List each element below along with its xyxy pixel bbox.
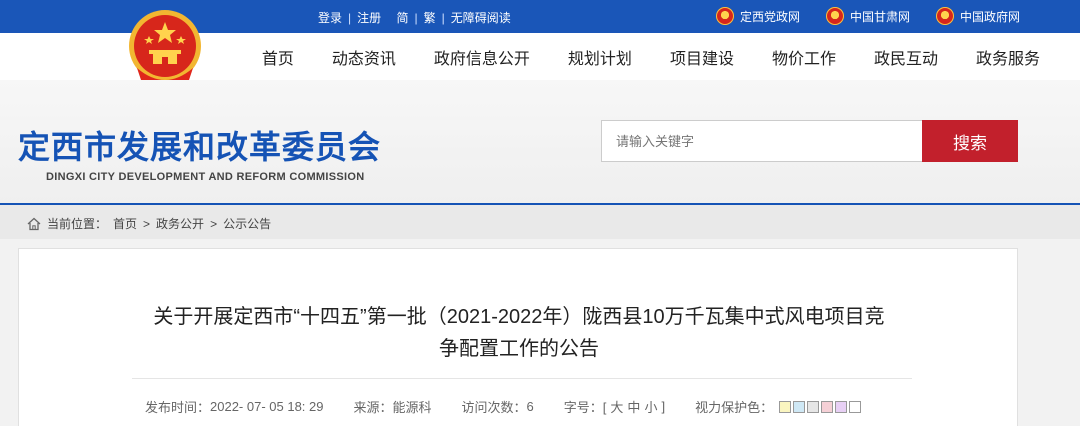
separator (387, 11, 390, 25)
nav-item-news[interactable]: 动态资讯 (332, 45, 396, 69)
external-link-gansu[interactable]: 中国甘肃网 (825, 7, 910, 25)
article-title-line: 争配置工作的公告 (439, 338, 599, 360)
eyecare-swatch-blue[interactable] (793, 400, 806, 413)
account-links: 登录 | 注册 简 | 繁 | 无障碍阅读 (318, 9, 511, 26)
fontsize-medium-button[interactable]: 中 (627, 397, 640, 416)
breadcrumb-prefix: 当前位置： (47, 217, 108, 231)
source-value: 能源科 (392, 400, 432, 415)
home-icon (27, 217, 41, 230)
fontsize-small-button[interactable]: 小 (644, 397, 657, 416)
nav-item-home[interactable]: 首页 (262, 45, 294, 69)
visits-label: 访问次数： (461, 400, 527, 415)
simplified-link[interactable]: 简 (397, 11, 409, 25)
traditional-link[interactable]: 繁 (424, 11, 436, 25)
fontsize-label: 字号：[ (563, 400, 607, 415)
breadcrumb-item-gov-affairs[interactable]: 政务公开 (156, 215, 204, 232)
nav-item-planning[interactable]: 规划计划 (568, 45, 632, 69)
eyecare-label: 视力保护色： (695, 400, 774, 415)
eyecare-swatch-pink[interactable] (821, 400, 834, 413)
fontsize-large-button[interactable]: 大 (610, 397, 623, 416)
eyecare-swatch-yellow[interactable] (779, 400, 792, 413)
separator: | (414, 11, 418, 25)
article-title: 关于开展定西市“十四五”第一批（2021-2022年）陇西县10万千瓦集中式风电… (79, 301, 959, 365)
external-link-label: 中国甘肃网 (849, 9, 910, 24)
external-link-dingxi[interactable]: 定西党政网 (715, 7, 800, 25)
emblem-icon (935, 7, 954, 25)
breadcrumb-item-notices[interactable]: 公示公告 (223, 215, 271, 232)
external-link-gov[interactable]: 中国政府网 (935, 7, 1020, 25)
article-meta: 发布时间： 2022- 07- 05 18: 29 来源： 能源科 访问次数： … (145, 397, 862, 416)
publish-time: 2022- 07- 05 18: 29 (210, 399, 324, 414)
source-label: 来源： (353, 400, 393, 415)
separator: | (348, 11, 352, 25)
register-link[interactable]: 注册 (357, 11, 381, 25)
breadcrumb-separator: > (210, 216, 218, 231)
breadcrumb-separator: > (143, 216, 151, 231)
breadcrumb: 当前位置： 首页 > 政务公开 > 公示公告 (0, 205, 1080, 239)
article-card: 关于开展定西市“十四五”第一批（2021-2022年）陇西县10万千瓦集中式风电… (18, 248, 1018, 426)
external-link-label: 中国政府网 (959, 9, 1020, 24)
external-links: 定西党政网 中国甘肃网 中国政府网 (715, 7, 1020, 25)
nav-item-gov-info[interactable]: 政府信息公开 (434, 45, 530, 69)
eyecare-swatch-purple[interactable] (835, 400, 848, 413)
site-title: 定西市发展和改革委员会 (18, 129, 382, 165)
main-nav: 首页 动态资讯 政府信息公开 规划计划 项目建设 物价工作 政民互动 政务服务 (262, 33, 1040, 80)
separator: | (441, 11, 445, 25)
nav-item-projects[interactable]: 项目建设 (670, 45, 734, 69)
search-input[interactable] (601, 120, 923, 162)
site-header: 定西市发展和改革委员会 DINGXI CITY DEVELOPMENT AND … (0, 80, 1080, 204)
emblem-icon (715, 7, 734, 25)
search-button[interactable]: 搜索 (922, 120, 1018, 162)
nav-item-interaction[interactable]: 政民互动 (874, 45, 938, 69)
fontsize-bracket: ] (661, 399, 666, 414)
meta-divider (132, 378, 912, 379)
external-link-label: 定西党政网 (739, 9, 800, 24)
site-subtitle: DINGXI CITY DEVELOPMENT AND REFORM COMMI… (46, 171, 365, 183)
accessibility-link[interactable]: 无障碍阅读 (451, 11, 511, 25)
emblem-icon (825, 7, 844, 25)
nav-item-services[interactable]: 政务服务 (976, 45, 1040, 69)
article-title-line: 关于开展定西市“十四五”第一批（2021-2022年）陇西县10万千瓦集中式风电… (153, 306, 885, 328)
eyecare-swatch-gray[interactable] (807, 400, 820, 413)
nav-item-pricing[interactable]: 物价工作 (772, 45, 836, 69)
breadcrumb-item-home[interactable]: 首页 (113, 215, 137, 232)
visits-count: 6 (526, 399, 534, 414)
eyecare-swatches (779, 400, 862, 413)
login-link[interactable]: 登录 (318, 11, 342, 25)
publish-label: 发布时间： (145, 400, 211, 415)
eyecare-swatch-white[interactable] (849, 400, 862, 413)
